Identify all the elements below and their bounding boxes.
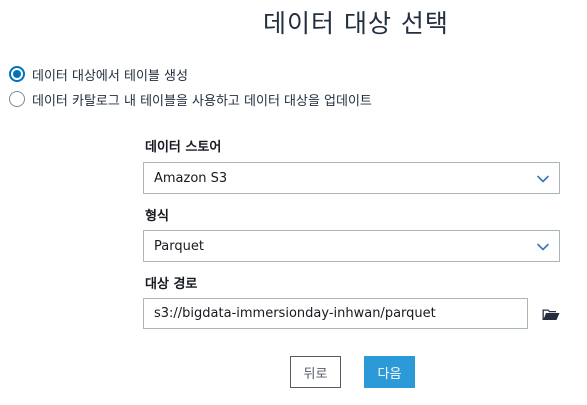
chevron-down-icon bbox=[537, 243, 549, 251]
data-store-select[interactable]: Amazon S3 bbox=[143, 162, 560, 194]
radio-label-create-table: 데이터 대상에서 테이블 생성 bbox=[32, 68, 188, 84]
choose-data-target-dialog: 데이터 대상 선택 데이터 대상에서 테이블 생성 데이터 카탈로그 내 테이블… bbox=[0, 0, 587, 405]
data-store-label: 데이터 스토어 bbox=[145, 140, 222, 155]
radio-create-table-option[interactable]: 데이터 대상에서 테이블 생성 bbox=[9, 64, 188, 84]
next-button[interactable]: 다음 bbox=[364, 356, 415, 388]
radio-update-catalog-option[interactable]: 데이터 카탈로그 내 테이블을 사용하고 데이터 대상을 업데이트 bbox=[9, 89, 372, 109]
radio-button-selected[interactable] bbox=[9, 66, 25, 82]
data-store-value: Amazon S3 bbox=[154, 170, 228, 186]
page-title: 데이터 대상 선택 bbox=[263, 9, 449, 38]
radio-button-unselected[interactable] bbox=[9, 91, 25, 107]
format-value: Parquet bbox=[154, 238, 204, 254]
chevron-down-icon bbox=[537, 175, 549, 183]
format-label: 형식 bbox=[145, 209, 169, 224]
target-path-input[interactable] bbox=[143, 298, 528, 329]
format-select[interactable]: Parquet bbox=[143, 230, 560, 262]
folder-open-icon[interactable] bbox=[541, 304, 561, 324]
radio-label-update-catalog: 데이터 카탈로그 내 테이블을 사용하고 데이터 대상을 업데이트 bbox=[32, 93, 372, 109]
back-button[interactable]: 뒤로 bbox=[290, 356, 341, 388]
target-path-label: 대상 경로 bbox=[145, 277, 198, 292]
